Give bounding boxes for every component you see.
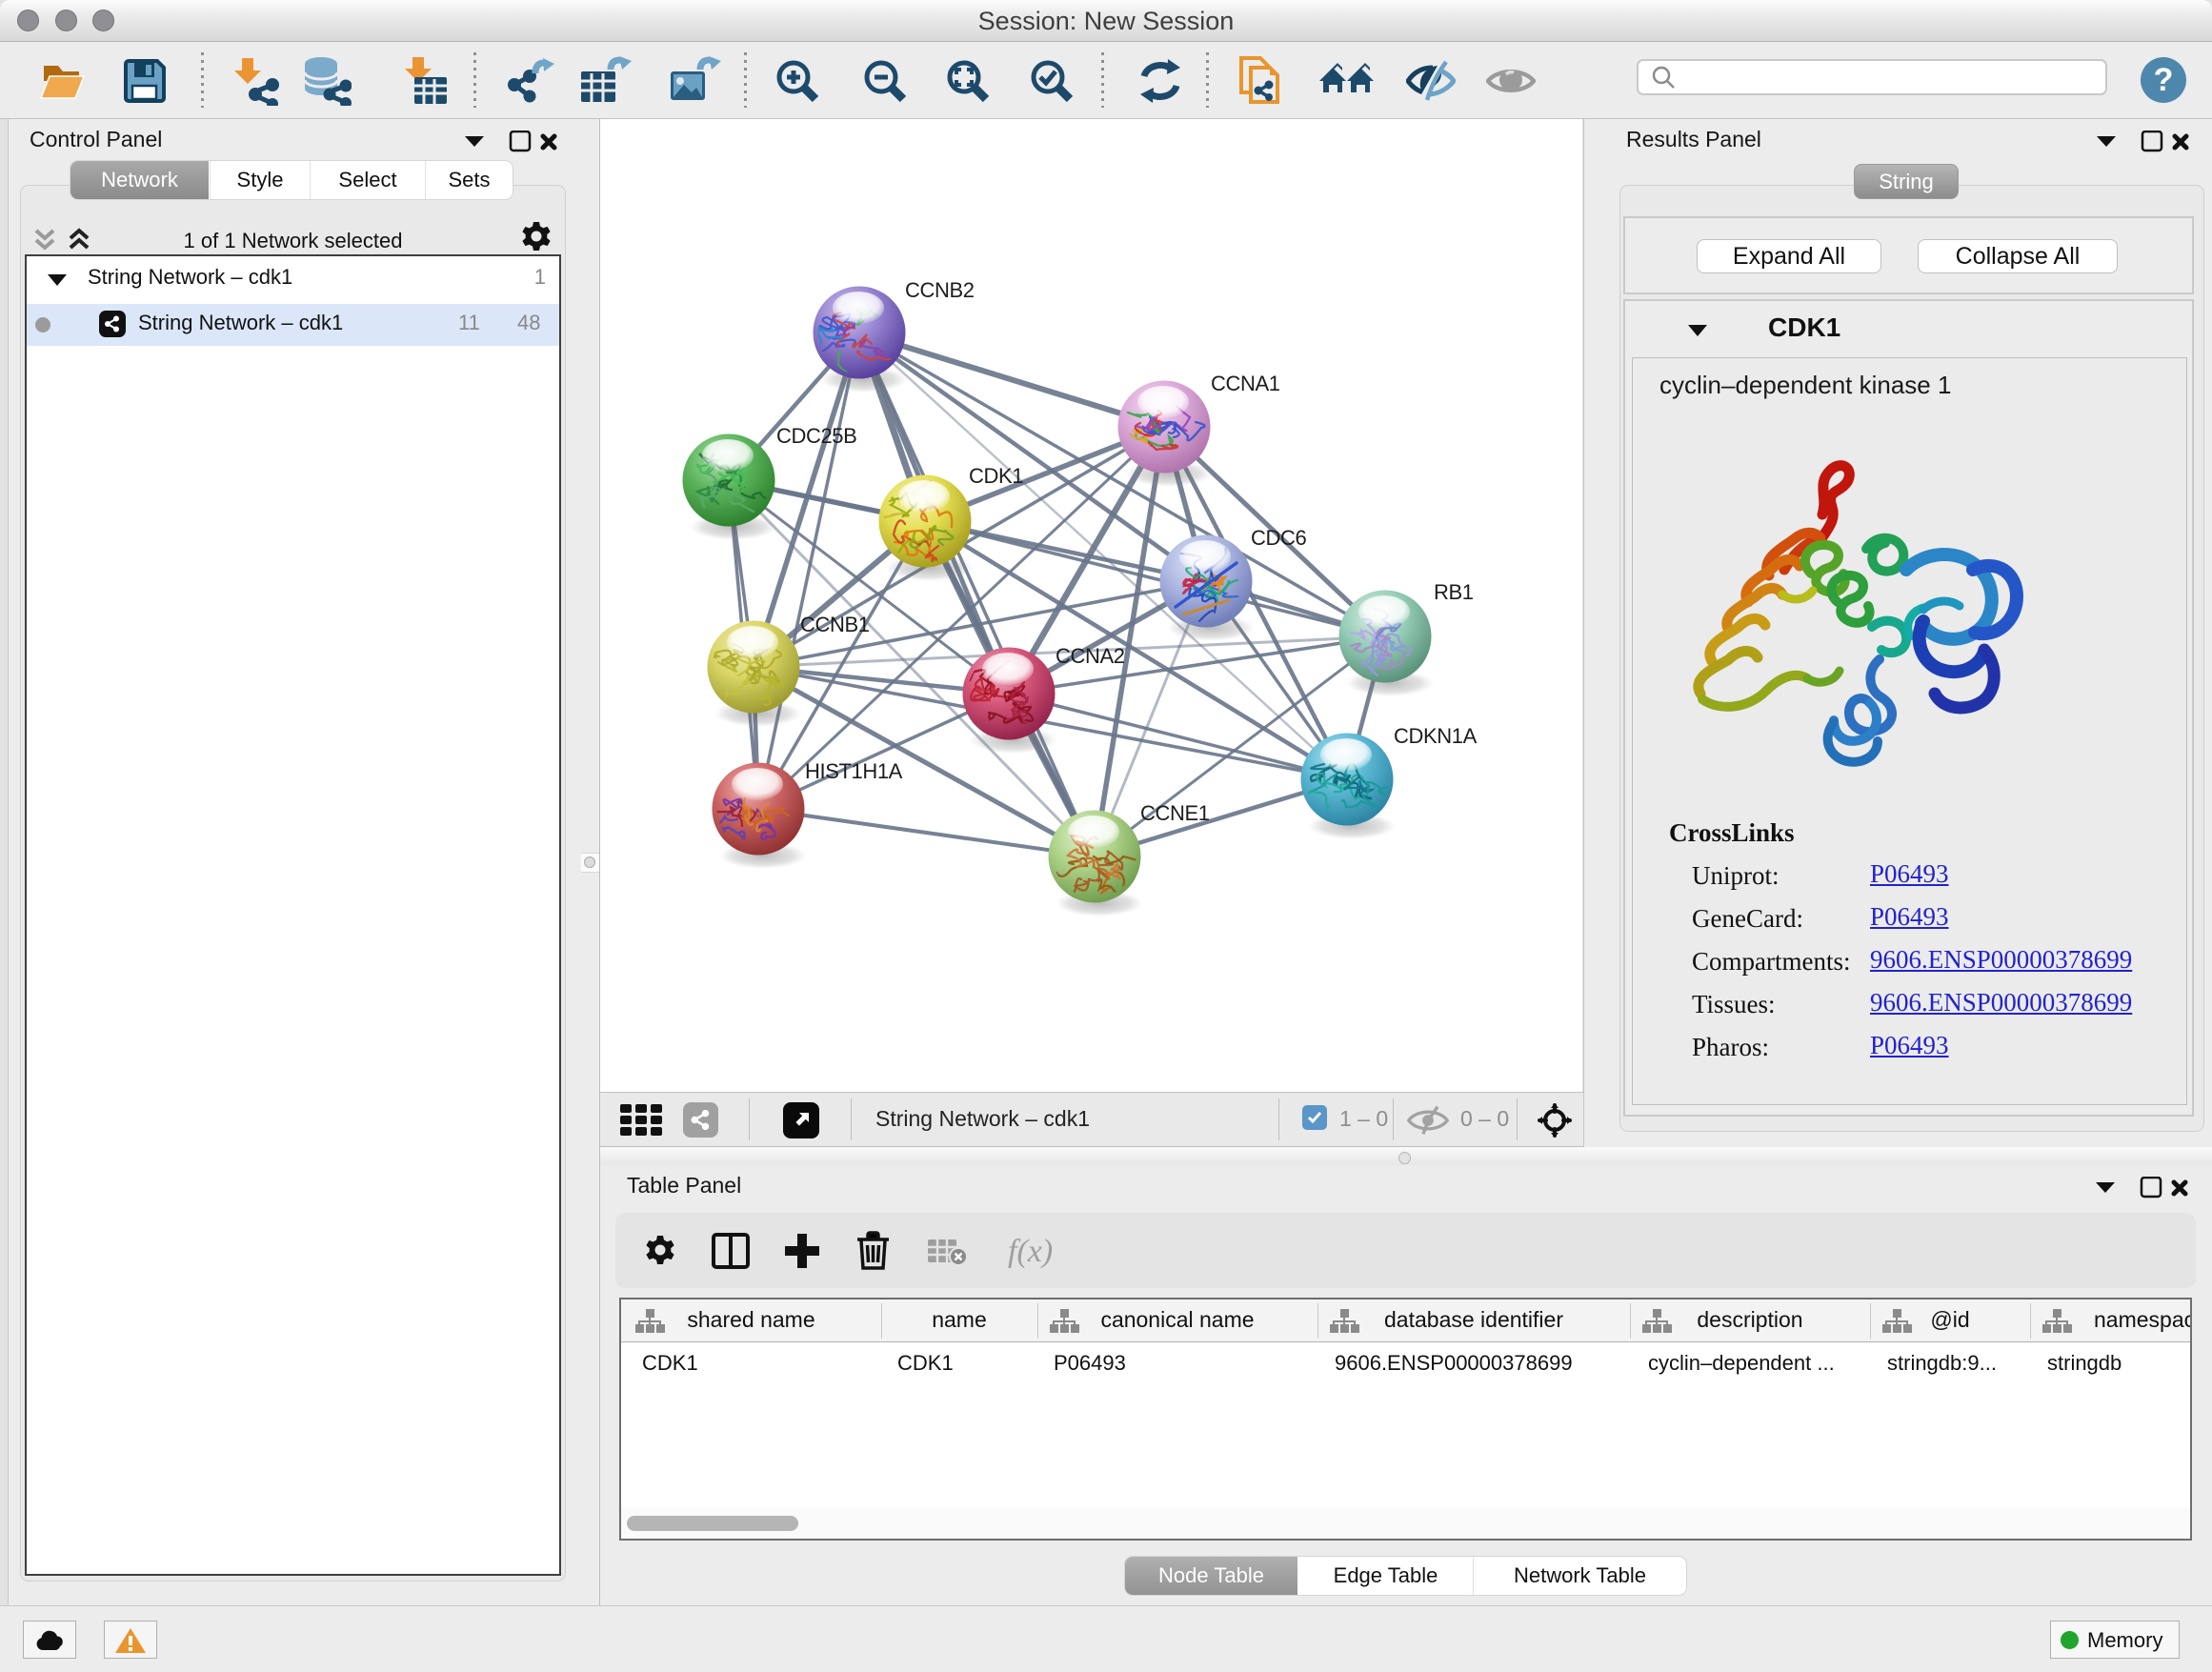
svg-text:CCNE1: CCNE1 bbox=[1140, 801, 1210, 825]
svg-text:CCNA1: CCNA1 bbox=[1211, 372, 1280, 395]
svg-text:CCNB1: CCNB1 bbox=[800, 613, 870, 636]
svg-text:CDK1: CDK1 bbox=[969, 464, 1023, 488]
svg-text:?: ? bbox=[2154, 62, 2174, 98]
svg-text:CDKN1A: CDKN1A bbox=[1394, 724, 1478, 748]
svg-text:RB1: RB1 bbox=[1434, 580, 1474, 604]
svg-text:CDC6: CDC6 bbox=[1251, 526, 1306, 550]
svg-text:HIST1H1A: HIST1H1A bbox=[805, 759, 903, 783]
svg-text:CCNA2: CCNA2 bbox=[1056, 644, 1125, 668]
svg-text:CCNB2: CCNB2 bbox=[905, 278, 975, 302]
svg-text:CDC25B: CDC25B bbox=[776, 424, 856, 448]
